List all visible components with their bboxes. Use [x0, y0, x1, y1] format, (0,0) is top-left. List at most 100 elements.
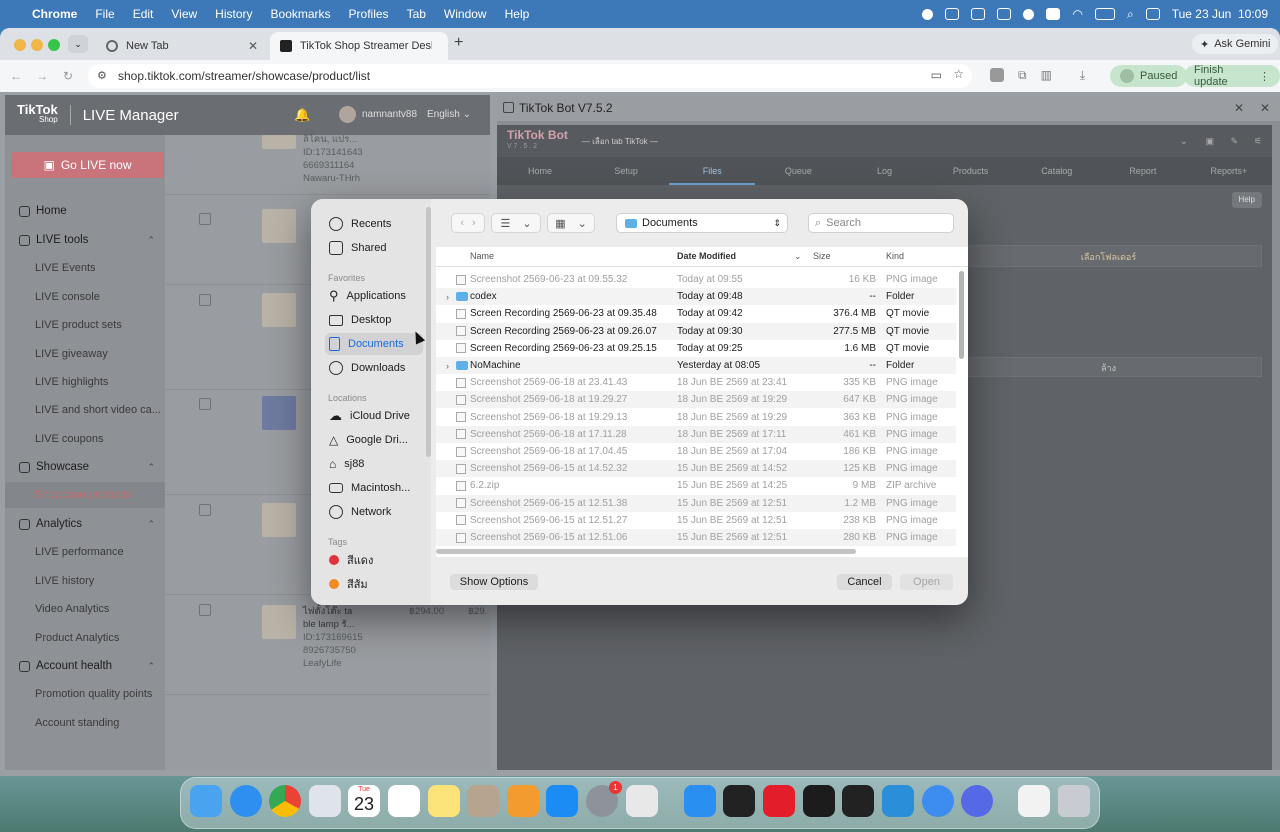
menu-profiles[interactable]: Profiles — [340, 7, 398, 21]
bell-icon[interactable]: 🔔 — [294, 107, 310, 123]
sidebar-item-promotion-quality-points[interactable]: Promotion quality points — [5, 681, 165, 707]
tab-log[interactable]: Log — [841, 157, 927, 185]
safari-icon[interactable] — [230, 785, 262, 817]
side-panel-icon[interactable]: ▥ — [1041, 68, 1052, 83]
red-app-icon[interactable] — [763, 785, 795, 817]
menu-tab[interactable]: Tab — [398, 7, 435, 21]
contacts-icon[interactable] — [467, 785, 499, 817]
column-name[interactable]: Name — [470, 251, 494, 261]
install-icon[interactable]: ▭ — [931, 68, 942, 82]
notes-icon[interactable] — [428, 785, 460, 817]
bot-close-icon[interactable]: ✕ — [1260, 101, 1270, 115]
tab-close-icon[interactable]: ✕ — [248, 39, 258, 53]
back-nav-button[interactable]: ‹ › — [451, 213, 485, 233]
menu-edit[interactable]: Edit — [124, 7, 163, 21]
file-row[interactable]: Screenshot 2569-06-15 at 14.52.32 15 Jun … — [436, 460, 956, 478]
language-select[interactable]: English ⌄ — [427, 109, 471, 120]
go-live-button[interactable]: ▣ Go LIVE now — [11, 152, 164, 178]
preview-doc-icon[interactable] — [1018, 785, 1050, 817]
sidebar-item-macintosh[interactable]: Macintosh... — [329, 477, 410, 499]
menu-help[interactable]: Help — [496, 7, 539, 21]
sidebar-item-live-product-sets[interactable]: LIVE product sets — [5, 312, 165, 338]
file-row[interactable]: Screenshot 2569-06-18 at 17.11.28 18 Jun … — [436, 425, 956, 443]
file-row[interactable]: Screenshot 2569-06-18 at 23.41.43 18 Jun … — [436, 374, 956, 391]
control-icon[interactable] — [945, 8, 960, 20]
sidebar-item-documents[interactable]: Documents — [325, 333, 423, 355]
chevron-up-icon[interactable]: ⌃ — [147, 661, 155, 672]
disclosure-chevron-icon[interactable]: › — [446, 361, 449, 371]
wifi-icon[interactable]: ◠ — [1072, 7, 1082, 21]
sidebar-item-account-health[interactable]: Account health ⌃ — [5, 653, 165, 679]
tab-setup[interactable]: Setup — [583, 157, 669, 185]
sidebar-item-live-and-short-video-ca[interactable]: LIVE and short video ca... — [5, 397, 165, 423]
sidebar-item-account-standing[interactable]: Account standing — [5, 710, 165, 736]
cancel-button[interactable]: Cancel — [837, 574, 892, 590]
grid-view-button[interactable]: ▦ ⌄ — [547, 213, 595, 233]
finder-icon[interactable] — [190, 785, 222, 817]
file-row[interactable]: Screenshot 2569-06-15 at 12.51.06 15 Jun … — [436, 529, 956, 546]
sidebar-item-downloads[interactable]: Downloads — [329, 357, 405, 379]
toolbar-icon-1[interactable]: ▣ — [1205, 136, 1214, 147]
toolbar-icon-3[interactable]: ⚟ — [1254, 136, 1262, 147]
download-icon[interactable]: ⤓ — [1080, 68, 1085, 83]
chat-app-icon[interactable] — [961, 785, 993, 817]
clock[interactable]: Tue 23 Jun 10:09 — [1172, 7, 1268, 21]
column-kind[interactable]: Kind — [886, 251, 904, 261]
spotlight-icon[interactable]: ⌕ — [1127, 7, 1134, 22]
tab-select[interactable]: — เลือก tab TikTok — — [582, 135, 658, 148]
sidebar-item-video-analytics[interactable]: Video Analytics — [5, 596, 165, 622]
sidebar-item-recents[interactable]: Recents — [329, 213, 391, 235]
file-row[interactable]: Screenshot 2569-06-18 at 17.04.45 18 Jun … — [436, 443, 956, 460]
file-row[interactable]: Screenshot 2569-06-15 at 12.51.38 15 Jun … — [436, 494, 956, 512]
extension-icon[interactable] — [990, 68, 1004, 82]
bookmark-star-icon[interactable]: ☆ — [953, 67, 964, 81]
help-button[interactable]: Help — [1231, 192, 1262, 208]
puzzle-icon[interactable]: ⧉ — [1018, 68, 1027, 83]
menu-history[interactable]: History — [206, 7, 261, 21]
sidebar-item-live-giveaway[interactable]: LIVE giveaway — [5, 341, 165, 367]
sidebar-item-shared[interactable]: Shared — [329, 237, 386, 259]
table-row[interactable]: ไฟตั้งโต๊ะ ta ble lamp รั... ID:17316961… — [165, 595, 490, 695]
chevron-up-icon[interactable]: ⌃ — [147, 235, 155, 246]
sidebar-item-product-analytics[interactable]: Product Analytics — [5, 625, 165, 651]
tab-files[interactable]: Files — [669, 157, 756, 185]
user-avatar[interactable] — [339, 106, 356, 123]
column-date-modified[interactable]: Date Modified — [677, 251, 736, 261]
show-options-button[interactable]: Show Options — [450, 574, 538, 590]
file-row[interactable]: Screenshot 2569-06-23 at 09.55.32 Today a… — [436, 271, 956, 288]
forward-icon[interactable]: → — [36, 69, 48, 83]
sidebar-item-live-events[interactable]: LIVE Events — [5, 255, 165, 281]
tab-products[interactable]: Products — [928, 157, 1014, 185]
table-row[interactable]: ลิโคน, แปร... ID:173141643 6669311164 Na… — [165, 134, 490, 195]
folder-row[interactable]: › codex Today at 09:48 -- Folder — [436, 288, 956, 306]
sidebar-item-tag-red[interactable]: สีแดง — [329, 549, 373, 571]
tab-catalog[interactable]: Catalog — [1014, 157, 1100, 185]
tab-report[interactable]: Report — [1100, 157, 1186, 185]
minimize-window-icon[interactable] — [31, 39, 43, 51]
choose-folder-button[interactable]: เลือกโฟลเดอร์ — [955, 245, 1262, 267]
column-size[interactable]: Size — [813, 251, 831, 261]
row-checkbox[interactable] — [199, 213, 211, 225]
launchpad-icon[interactable] — [309, 785, 341, 817]
record-icon[interactable] — [922, 8, 934, 20]
clear-button[interactable]: ล้าง — [955, 357, 1262, 377]
list-view-button[interactable]: ☰ ⌄ — [491, 213, 541, 233]
menu-app-name[interactable]: Chrome — [23, 7, 86, 21]
sidebar-item-google-drive[interactable]: △ Google Dri... — [329, 429, 408, 451]
pin-icon[interactable]: ✕ — [1234, 101, 1244, 115]
file-list-horizontal-scrollbar[interactable] — [436, 549, 856, 554]
back-icon[interactable]: ← — [10, 69, 22, 83]
address-bar[interactable]: ⚙ shop.tiktok.com/streamer/showcase/prod… — [88, 64, 972, 88]
tab-new-tab[interactable]: New Tab ✕ — [96, 32, 268, 60]
row-checkbox[interactable] — [199, 504, 211, 516]
file-row[interactable]: Screenshot 2569-06-15 at 12.51.27 15 Jun … — [436, 512, 956, 529]
terminal-icon[interactable] — [842, 785, 874, 817]
sidebar-item-network[interactable]: Network — [329, 501, 391, 523]
sidebar-item-icloud[interactable]: ☁ iCloud Drive — [329, 405, 410, 427]
toolbar-icon-2[interactable]: ✎ — [1230, 136, 1238, 147]
chevron-up-icon[interactable]: ⌃ — [147, 519, 155, 530]
avatar-app-icon[interactable] — [626, 785, 658, 817]
file-list-vertical-scrollbar[interactable] — [959, 271, 964, 359]
folder-row[interactable]: › NoMachine Yesterday at 08:05 -- Folder — [436, 357, 956, 374]
file-row[interactable]: Screen Recording 2569-06-23 at 09.25.15 T… — [436, 340, 956, 357]
